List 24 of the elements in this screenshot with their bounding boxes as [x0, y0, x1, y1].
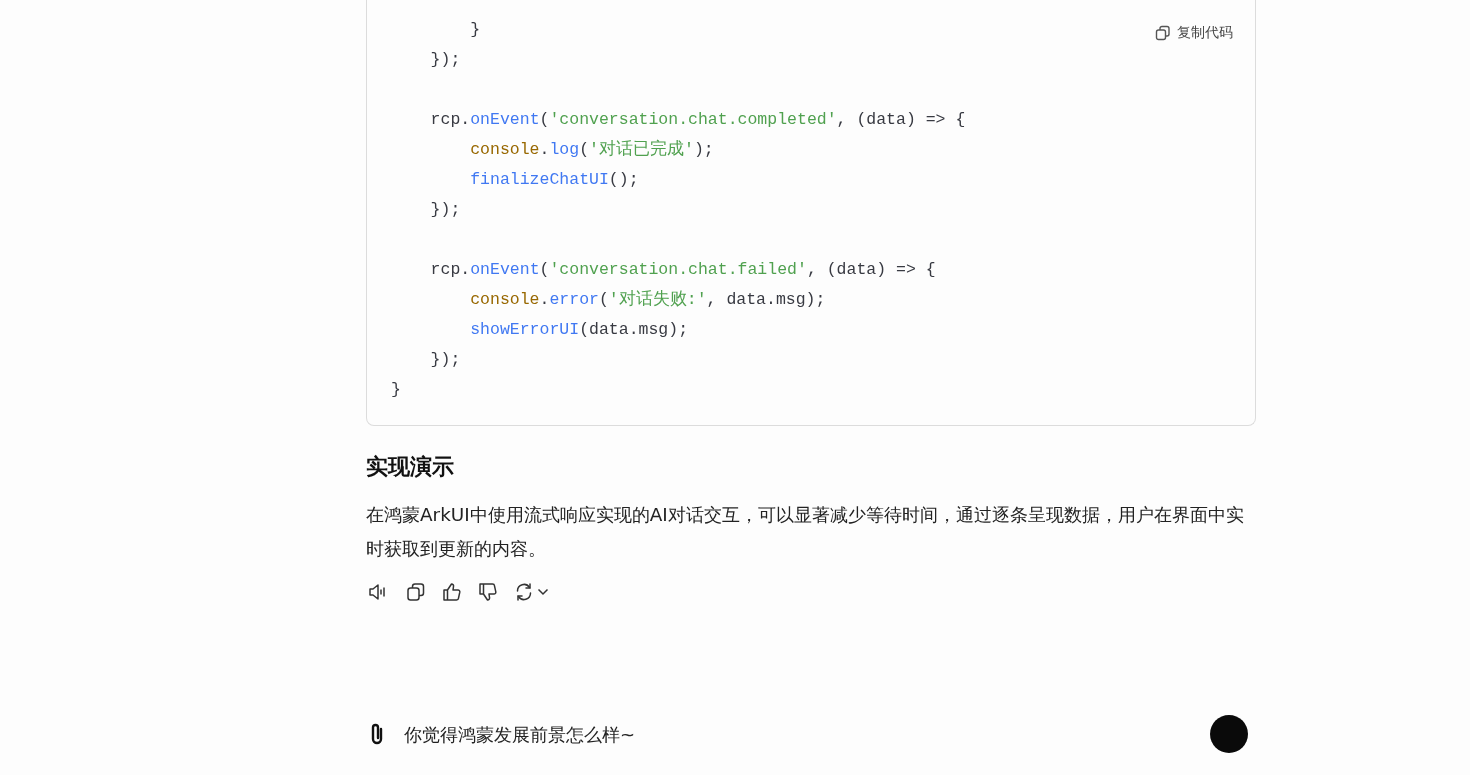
thumbs-up-icon: [442, 582, 462, 602]
message-input[interactable]: 你觉得鸿蒙发展前景怎么样~: [404, 723, 1184, 745]
code-line: });: [429, 199, 461, 221]
code-line: });: [429, 49, 461, 71]
code-line: }: [469, 19, 481, 41]
code-line: rcp.onEvent('conversation.chat.completed', (data) => {: [429, 109, 966, 131]
copy-icon: [1155, 25, 1171, 41]
code-line: }: [391, 379, 401, 401]
code-line: console.error('对话失败:', data.msg);: [469, 289, 826, 311]
like-button[interactable]: [440, 580, 464, 604]
copy-icon: [406, 582, 426, 602]
thumbs-down-icon: [478, 582, 498, 602]
code-line: console.log('对话已完成');: [469, 138, 714, 161]
answer-paragraph: 在鸿蒙ArkUI中使用流式响应实现的AI对话交互，可以显著减少等待时间，通过逐条呈现数据，用户在界面中实时获取到更新的内容。: [366, 503, 1245, 561]
caret-icon: [537, 588, 549, 596]
code-line: showErrorUI(data.msg);: [469, 319, 689, 341]
section-heading: 实现演示: [366, 453, 455, 481]
code-line: });: [429, 349, 461, 371]
code-line: finalizeChatUI();: [469, 169, 639, 191]
copy-code-button[interactable]: 复制代码: [1153, 22, 1235, 44]
dislike-button[interactable]: [476, 580, 500, 604]
send-button[interactable]: [1210, 715, 1248, 753]
refresh-icon: [514, 582, 534, 602]
code-line: rcp.onEvent('conversation.chat.failed', (data) => {: [429, 259, 936, 281]
